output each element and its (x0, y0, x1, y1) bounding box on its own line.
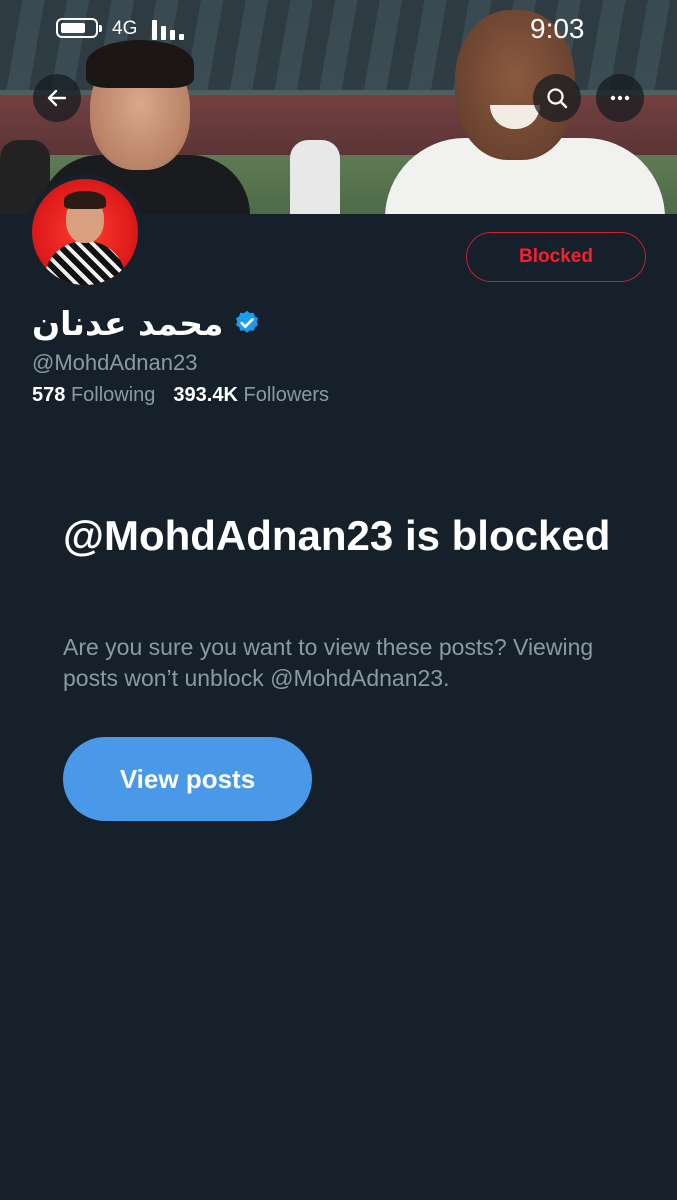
battery-icon (56, 18, 102, 38)
following-count: 578 (32, 384, 66, 406)
view-posts-button[interactable]: View posts (63, 737, 312, 821)
status-time: 9:03 (530, 13, 585, 44)
search-icon (547, 88, 568, 109)
followers-count: 393.4K (173, 384, 238, 406)
blocked-button[interactable]: Blocked (466, 232, 646, 282)
followers-link[interactable]: 393.4K Followers (173, 384, 329, 407)
more-options-button[interactable] (596, 74, 644, 122)
avatar[interactable] (27, 174, 143, 290)
status-bar: 4G 9:03 (0, 0, 677, 60)
following-label: Following (70, 384, 156, 406)
blocked-title: @MohdAdnan23 is blocked (63, 512, 611, 559)
blocked-description: Are you sure you want to view these post… (63, 634, 594, 691)
arrow-left-icon (47, 89, 67, 107)
back-button[interactable] (33, 74, 81, 122)
signal-strength-icon (152, 18, 192, 40)
following-link[interactable]: 578 Following (32, 384, 155, 407)
profile-stats: 578 Following 393.4K Followers (32, 384, 329, 407)
followers-label: Followers (243, 384, 330, 406)
network-type: 4G (112, 18, 138, 39)
profile-name-row: محمد عدنان (32, 300, 261, 346)
profile-handle: @MohdAdnan23 (32, 350, 198, 375)
more-horizontal-icon (610, 95, 630, 101)
verified-badge-icon (236, 310, 259, 333)
banner-background-person (290, 140, 340, 214)
display-name: محمد عدنان (32, 303, 224, 343)
search-button[interactable] (533, 74, 581, 122)
